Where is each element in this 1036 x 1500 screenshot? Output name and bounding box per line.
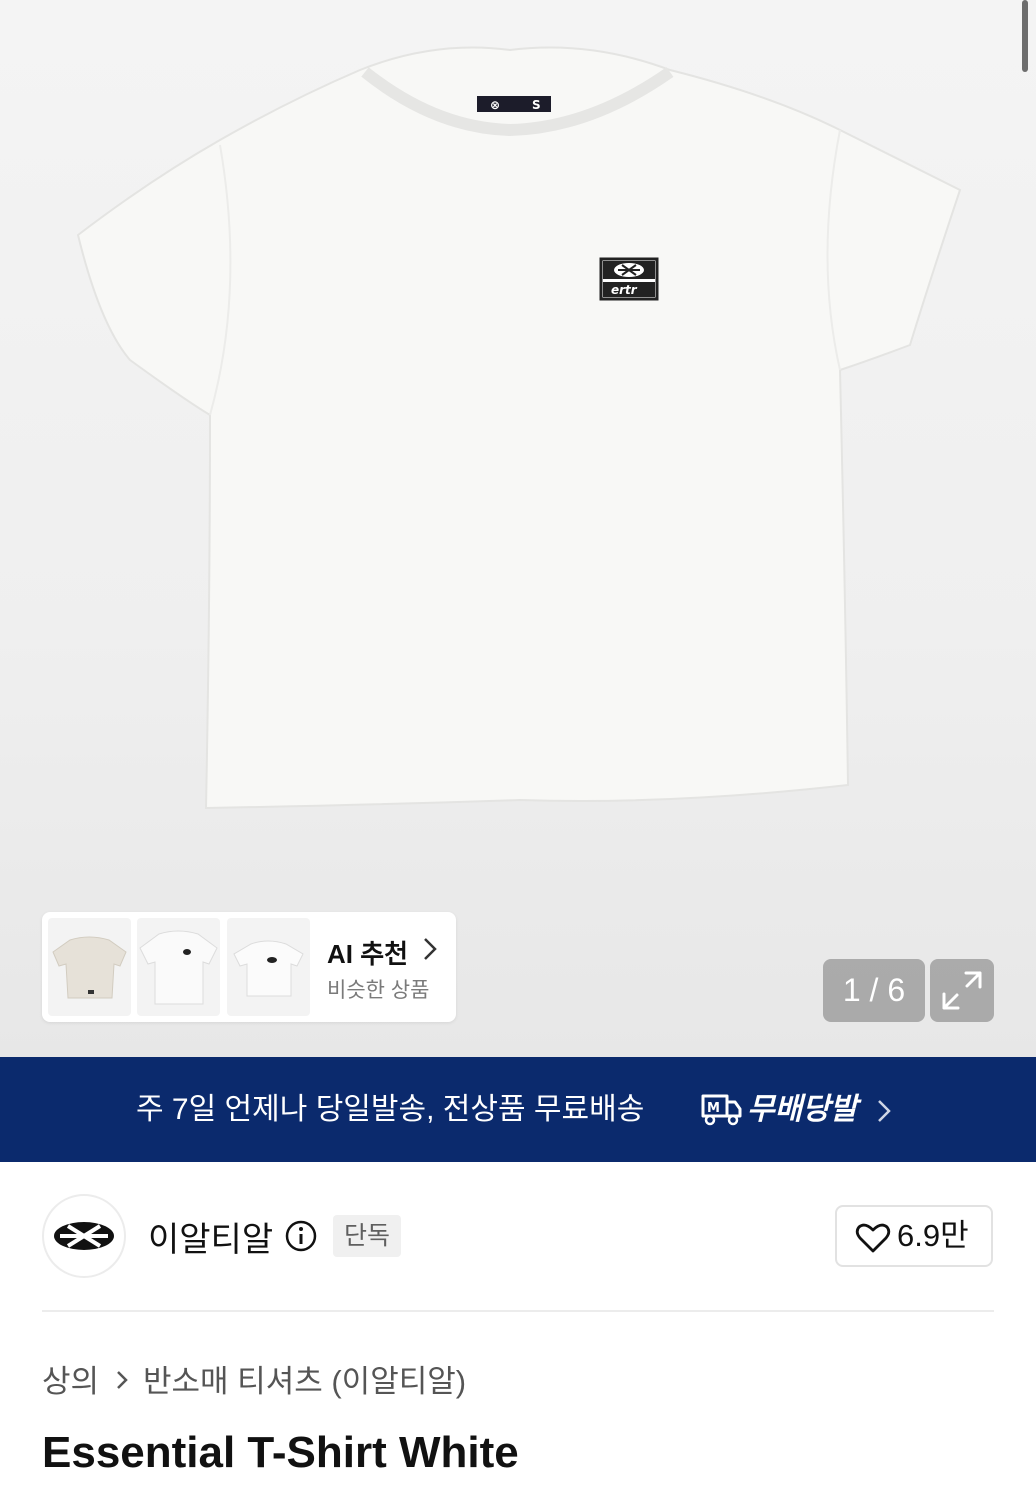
svg-text:⊗: ⊗ xyxy=(490,98,500,112)
ai-recommend-subtitle: 비슷한 상품 xyxy=(327,979,430,1002)
breadcrumb-item-top[interactable]: 상의 xyxy=(42,1356,99,1401)
thumbnail-white-tshirt[interactable] xyxy=(137,918,220,1016)
ai-recommend-card[interactable]: AI 추천 비슷한 상품 xyxy=(42,912,456,1022)
like-count: 6.9만 xyxy=(897,1218,969,1253)
brand-logo-mark xyxy=(54,1222,114,1250)
chevron-right-icon xyxy=(424,938,437,960)
product-image-gallery[interactable]: ⊗ S ertr AI 추천 비슷한 상품 1 / 6 xyxy=(0,0,1036,1057)
image-counter: 1 / 6 xyxy=(823,959,925,1022)
delivery-truck-icon: M xyxy=(701,1094,742,1126)
svg-text:ertr: ertr xyxy=(611,283,638,297)
like-button[interactable]: 6.9만 xyxy=(835,1205,993,1267)
svg-text:S: S xyxy=(532,98,541,112)
info-icon[interactable] xyxy=(284,1219,318,1253)
breadcrumb-item-category[interactable]: 반소매 티셔츠 (이알티알) xyxy=(143,1356,466,1401)
svg-text:M: M xyxy=(707,1101,720,1116)
product-title: Essential T-Shirt White xyxy=(42,1428,519,1477)
thumbnail-white-tshirt-logo[interactable] xyxy=(227,918,310,1016)
divider xyxy=(42,1310,994,1312)
product-image[interactable]: ⊗ S ertr xyxy=(70,40,970,820)
chevron-right-icon xyxy=(878,1100,891,1122)
banner-label: 무배당발 xyxy=(747,1093,858,1126)
ai-recommend-title: AI 추천 xyxy=(327,939,409,969)
exclusive-badge: 단독 xyxy=(333,1215,402,1257)
expand-icon xyxy=(942,971,982,1010)
heart-icon xyxy=(855,1223,891,1253)
thumbnail-beige-tshirt[interactable] xyxy=(48,918,131,1016)
banner-text: 주 7일 언제나 당일발송, 전상품 무료배송 xyxy=(136,1093,645,1126)
scrollbar[interactable] xyxy=(1022,0,1028,72)
chevron-right-icon xyxy=(117,1371,128,1389)
brand-logo[interactable] xyxy=(42,1194,126,1278)
expand-button[interactable] xyxy=(930,959,994,1022)
brand-name[interactable]: 이알티알 xyxy=(148,1212,273,1261)
